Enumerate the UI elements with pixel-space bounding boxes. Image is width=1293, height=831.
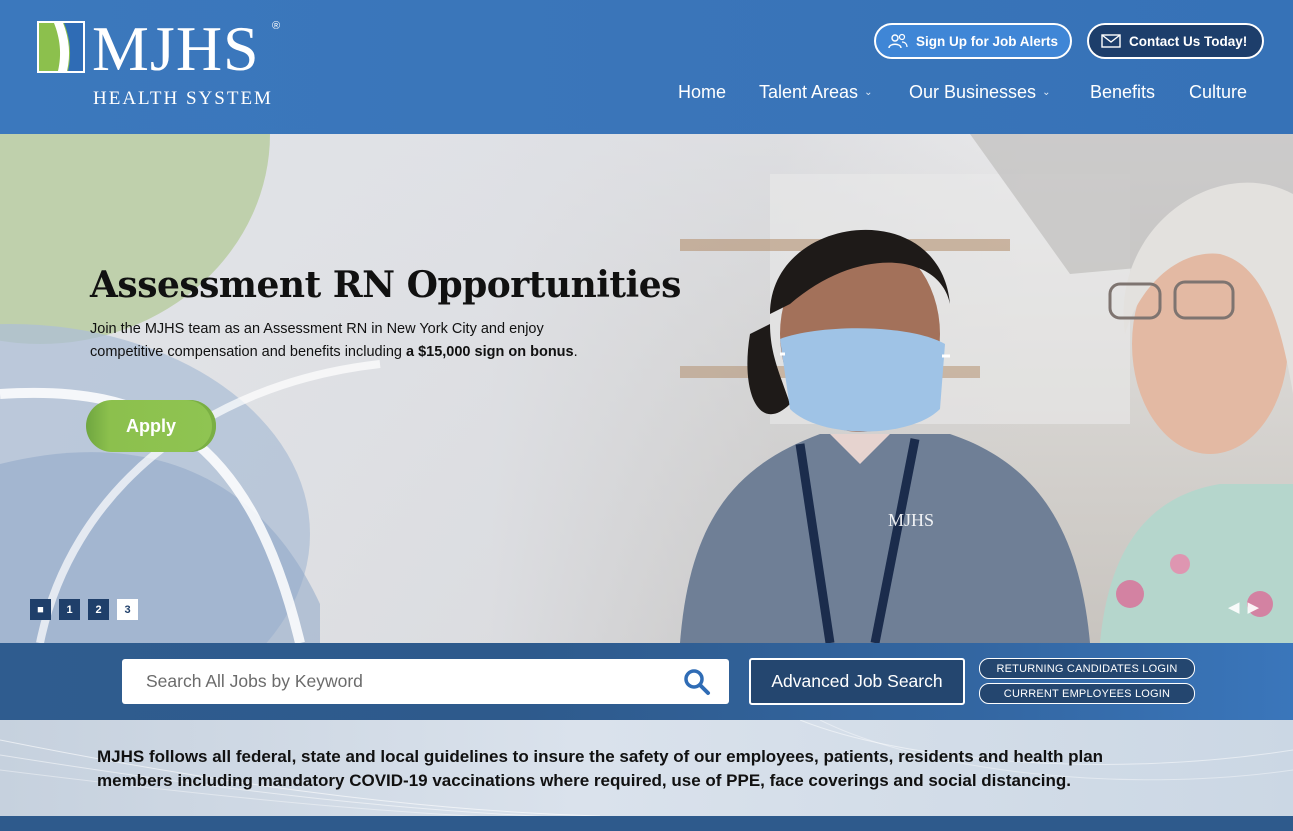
search-input[interactable] (122, 659, 662, 704)
uniform-logo-text: MJHS (888, 510, 935, 530)
chevron-down-icon: ⌄ (1042, 87, 1051, 98)
search-icon[interactable] (682, 667, 712, 697)
nav-item-home[interactable]: Home (678, 82, 726, 103)
job-alerts-button[interactable]: Sign Up for Job Alerts (874, 23, 1072, 59)
slide-dot-1[interactable]: 1 (59, 599, 80, 620)
logo-subtitle: HEALTH SYSTEM (93, 88, 273, 109)
logo-mark-icon (37, 21, 85, 73)
mjhs-logo[interactable]: MJHS ® HEALTH SYSTEM (36, 14, 286, 112)
advanced-job-search-button[interactable]: Advanced Job Search (749, 658, 965, 705)
hero-photo (680, 134, 1293, 643)
covid-notice: MJHS follows all federal, state and loca… (0, 720, 1293, 816)
apply-button[interactable]: Apply (86, 400, 216, 452)
decorative-shapes (0, 134, 381, 643)
current-employees-login-button[interactable]: CURRENT EMPLOYEES LOGIN (979, 683, 1195, 704)
slider-arrows: ◀ ▶ (1228, 598, 1259, 616)
hero-slider: MJHS Assessment RN Opportunities Join th… (0, 134, 1293, 643)
chevron-down-icon: ⌄ (864, 87, 873, 98)
hero-description: Join the MJHS team as an Assessment RN i… (90, 318, 590, 363)
nav-label-benefits: Benefits (1090, 82, 1156, 102)
prev-arrow-icon[interactable]: ◀ (1228, 598, 1240, 616)
job-search-bar: Advanced Job Search RETURNING CANDIDATES… (0, 643, 1293, 720)
nav-item-talent-areas[interactable]: Talent Areas ⌄ (759, 82, 872, 103)
slider-pagination: ■ 1 2 3 (30, 599, 138, 620)
slide-dot-pause[interactable]: ■ (30, 599, 51, 620)
hero-title: Assessment RN Opportunities (90, 264, 681, 306)
hero-text-after: . (573, 343, 578, 360)
contact-us-label: Contact Us Today! (1129, 33, 1248, 49)
envelope-icon (1101, 34, 1121, 48)
slide-dot-2[interactable]: 2 (88, 599, 109, 620)
hero-text-bold: a $15,000 sign on bonus (405, 343, 574, 360)
footer-strip (0, 816, 1293, 831)
nav-item-our-businesses[interactable]: Our Businesses ⌄ (909, 82, 1050, 103)
logo-wordmark: MJHS (92, 13, 260, 84)
contact-us-button[interactable]: Contact Us Today! (1087, 23, 1264, 59)
registered-mark: ® (272, 20, 281, 32)
job-alerts-label: Sign Up for Job Alerts (916, 33, 1059, 49)
search-box (122, 659, 729, 704)
nav-label-home: Home (678, 82, 727, 102)
nav-label-our-businesses: Our Businesses (909, 82, 1037, 102)
nav-item-benefits[interactable]: Benefits (1090, 82, 1155, 103)
notice-text: MJHS follows all federal, state and loca… (97, 747, 1104, 790)
returning-candidates-login-button[interactable]: RETURNING CANDIDATES LOGIN (979, 658, 1195, 679)
slide-dot-3[interactable]: 3 (117, 599, 138, 620)
site-header: MJHS ® HEALTH SYSTEM Sign Up for Job Ale… (0, 0, 1293, 134)
nav-label-culture: Culture (1189, 82, 1248, 102)
users-icon (888, 33, 908, 49)
nav-label-talent-areas: Talent Areas (759, 82, 859, 102)
next-arrow-icon[interactable]: ▶ (1248, 598, 1260, 616)
nav-item-culture[interactable]: Culture (1189, 82, 1247, 103)
